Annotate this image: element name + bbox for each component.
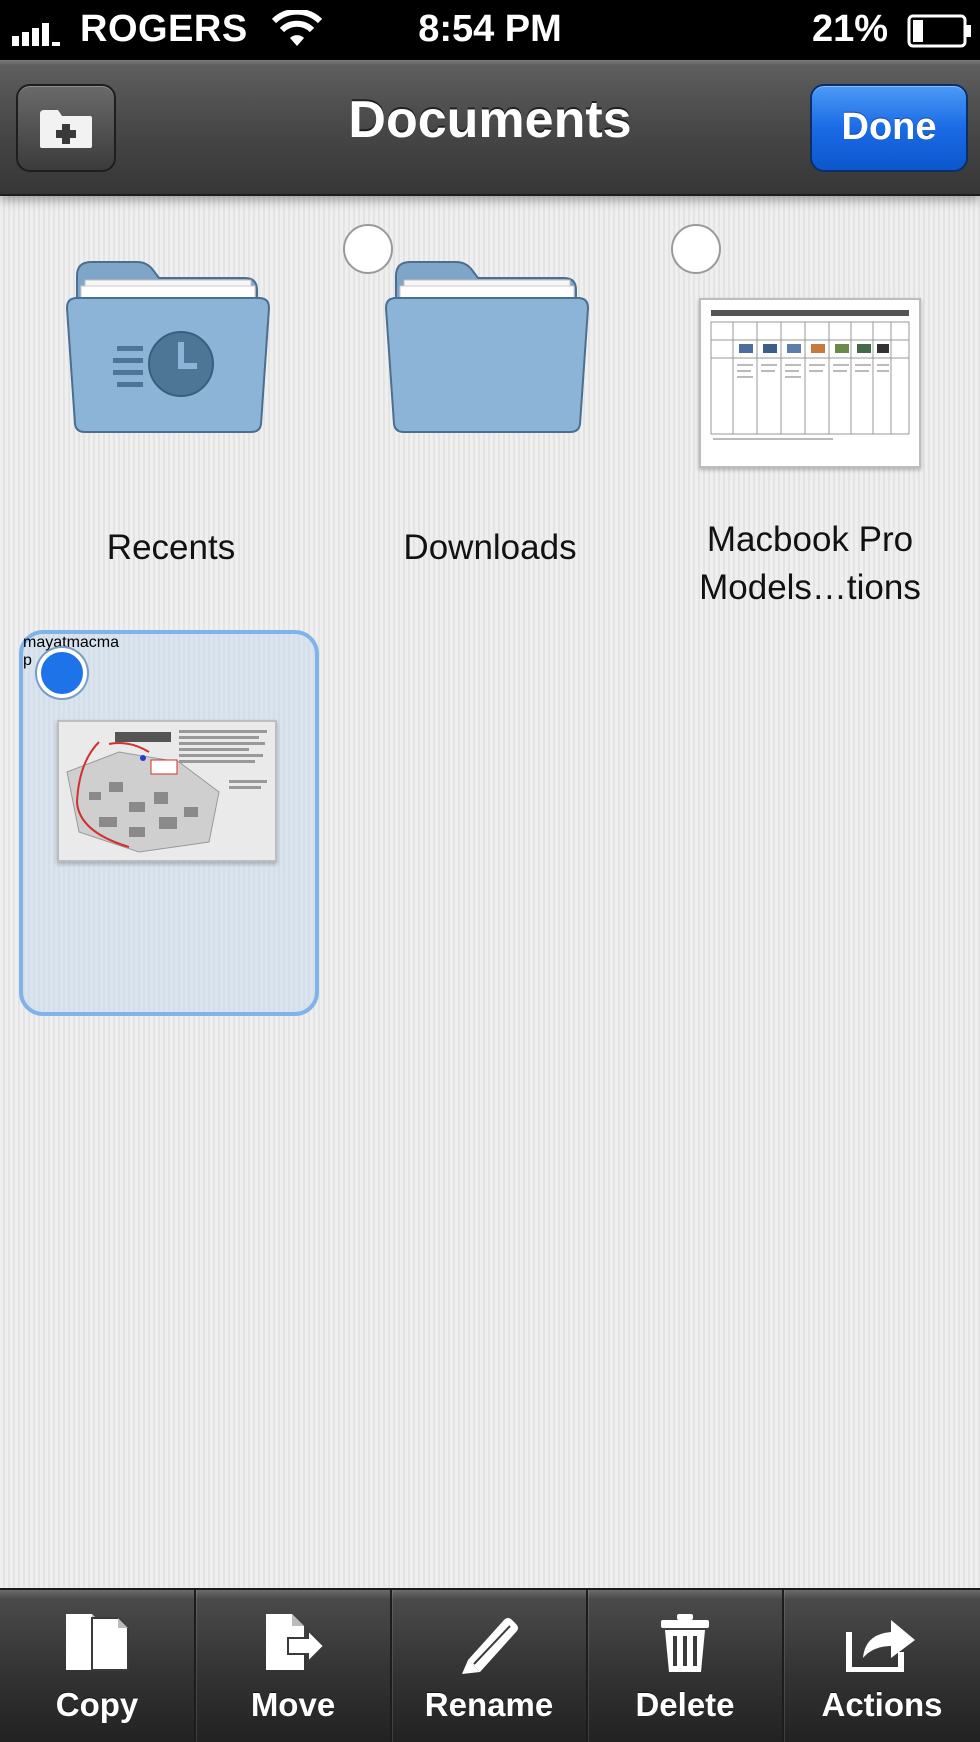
document-thumbnail (699, 298, 921, 468)
battery-icon (907, 14, 971, 48)
move-label: Move (250, 1686, 336, 1723)
selection-circle[interactable] (671, 224, 721, 274)
item-label: Downloads (403, 528, 577, 567)
copy-label: Copy (55, 1686, 139, 1723)
navigation-bar: Documents Done (0, 60, 980, 196)
status-bar: ROGERS 8:54 PM 21% (0, 0, 980, 60)
item-label: Recents (106, 528, 236, 567)
documents-grid: Recents Downloads Macbook Pro Models…tio… (0, 196, 980, 1588)
delete-button[interactable]: Delete (588, 1590, 784, 1742)
battery-percent: 21% (812, 8, 889, 50)
move-button[interactable]: Move (196, 1590, 392, 1742)
bottom-toolbar: Copy Move Rename Delete Actions (0, 1588, 980, 1742)
folder-item-downloads[interactable]: Downloads (343, 224, 635, 567)
selection-circle-selected[interactable] (37, 648, 87, 698)
item-label-line-1: Macbook Pro (706, 520, 914, 559)
move-icon (266, 1614, 326, 1670)
share-icon (846, 1620, 915, 1673)
folder-item-recents[interactable]: Recents (26, 226, 316, 567)
copy-button[interactable]: Copy (0, 1590, 196, 1742)
document-item-mayatmacmap[interactable]: mayatmacma p (19, 630, 319, 1016)
copy-icon (66, 1614, 129, 1671)
document-item-macbook-pro[interactable]: Macbook Pro Models…tions (665, 224, 955, 607)
trash-icon (661, 1614, 709, 1672)
rename-label: Rename (424, 1686, 554, 1723)
rename-button[interactable]: Rename (392, 1590, 588, 1742)
document-thumbnail (57, 720, 277, 862)
done-button[interactable]: Done (810, 84, 968, 172)
pencil-icon (462, 1618, 518, 1674)
folder-icon (65, 261, 271, 433)
folder-icon (384, 261, 590, 433)
actions-label: Actions (821, 1686, 943, 1723)
item-label-line-2: Models…tions (699, 568, 921, 607)
actions-button[interactable]: Actions (784, 1590, 980, 1742)
delete-label: Delete (635, 1686, 735, 1723)
clock-icon (156, 356, 157, 357)
